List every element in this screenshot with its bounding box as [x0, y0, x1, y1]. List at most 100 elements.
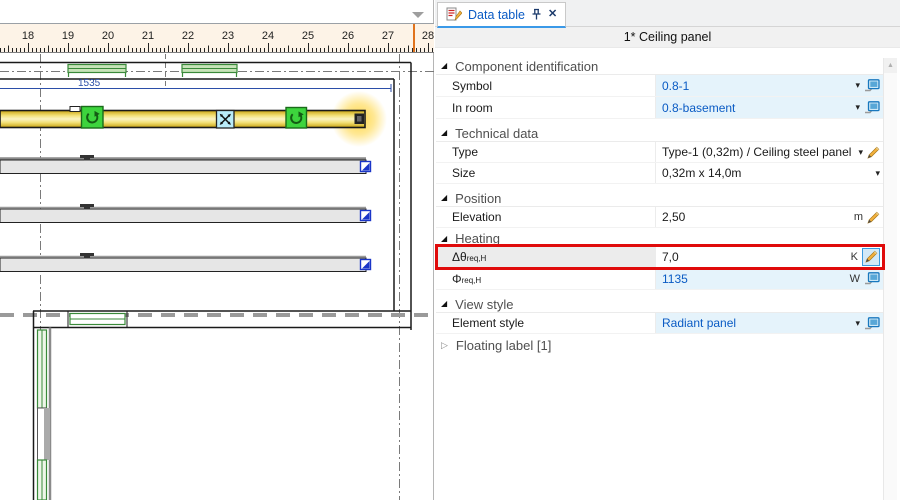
panel-symbol-base: [84, 207, 90, 210]
property-row-symbol: Symbol 0.8-1 ▾: [436, 75, 883, 97]
pin-icon[interactable]: [531, 8, 542, 21]
section-position[interactable]: ◢ Position: [436, 190, 883, 207]
element-style-value-cell[interactable]: Radiant panel ▾: [656, 313, 883, 333]
size-value-cell[interactable]: 0,32m x 14,0m ▾: [656, 163, 883, 183]
svg-text:27: 27: [382, 30, 394, 42]
pencil-icon[interactable]: [865, 250, 878, 263]
symbol-value-cell[interactable]: 0.8-1 ▾: [656, 75, 883, 96]
dropdown-arrow-icon[interactable]: ▾: [855, 103, 860, 112]
panel-flag-icon[interactable]: [361, 162, 371, 172]
drawing-canvas[interactable]: 1819202122232425262728: [0, 0, 434, 500]
monitor-icon[interactable]: [864, 317, 880, 330]
svg-text:19: 19: [62, 30, 74, 42]
delta-theta-value[interactable]: 7,0: [662, 250, 679, 264]
floor-plan-drawing: 1819202122232425262728: [0, 0, 434, 500]
monitor-icon[interactable]: [864, 272, 880, 285]
data-table-panel: Data table ✕ 1* Ceiling panel ◢ Componen…: [435, 0, 900, 500]
symbol-value[interactable]: 0.8-1: [662, 79, 689, 93]
unit-label: K: [851, 251, 858, 263]
property-label: In room: [436, 97, 656, 118]
property-row-in-room: In room 0.8-basement ▾: [436, 97, 883, 119]
selected-ceiling-panel[interactable]: [0, 91, 387, 147]
rotate-handle[interactable]: [286, 108, 307, 129]
edit-button-focused[interactable]: [862, 248, 880, 266]
ceiling-panel[interactable]: [0, 253, 371, 272]
section-label: Floating label [1]: [456, 338, 551, 353]
property-row-delta-theta: Δθreq,H 7,0 K: [436, 246, 883, 268]
application-window: 1819202122232425262728: [0, 0, 900, 500]
close-icon[interactable]: ✕: [548, 9, 557, 20]
scrollbar-corner-icon[interactable]: [412, 12, 424, 18]
section-label: View style: [455, 297, 513, 312]
svg-text:24: 24: [262, 30, 274, 42]
section-floating-label[interactable]: ▷ Floating label [1]: [436, 337, 883, 354]
unit-label: m: [854, 211, 863, 223]
scroll-up-icon[interactable]: ▲: [884, 58, 897, 73]
dropdown-arrow-icon[interactable]: ▾: [855, 81, 860, 90]
svg-text:21: 21: [142, 30, 154, 42]
section-view-style[interactable]: ◢ View style: [436, 296, 883, 313]
svg-text:22: 22: [182, 30, 194, 42]
panel-symbol: [80, 155, 94, 158]
dropdown-arrow-icon[interactable]: ▾: [855, 319, 860, 328]
expanded-icon[interactable]: ◢: [441, 300, 447, 308]
expanded-icon[interactable]: ◢: [441, 235, 447, 243]
phi-value-cell[interactable]: 1135 W: [656, 268, 883, 289]
ceiling-panels-unselected[interactable]: [0, 155, 371, 272]
ceiling-panel[interactable]: [0, 155, 371, 174]
elevation-value[interactable]: 2,50: [662, 210, 685, 224]
ceiling-panel[interactable]: [0, 204, 371, 223]
monitor-icon[interactable]: [864, 79, 880, 92]
delta-theta-value-cell[interactable]: 7,0 K: [656, 246, 883, 267]
svg-text:23: 23: [222, 30, 234, 42]
unit-label: W: [850, 273, 860, 285]
panel-tab-bar: Data table ✕: [435, 0, 900, 27]
elevation-value-cell[interactable]: 2,50 m: [656, 207, 883, 227]
horizontal-ruler: 1819202122232425262728: [0, 23, 434, 53]
section-heating[interactable]: ◢ Heating: [436, 232, 883, 246]
in-room-value-cell[interactable]: 0.8-basement ▾: [656, 97, 883, 118]
element-style-value[interactable]: Radiant panel: [662, 316, 736, 330]
panel-endpoint-inner: [357, 116, 362, 122]
pencil-icon[interactable]: [867, 211, 880, 224]
section-label: Heating: [455, 231, 500, 246]
panel-scrollbar[interactable]: ▲: [883, 58, 897, 500]
property-label: Symbol: [436, 75, 656, 96]
window-symbol[interactable]: [182, 65, 237, 78]
data-table-icon: [446, 7, 462, 22]
dropdown-arrow-icon[interactable]: ▾: [858, 148, 863, 157]
panel-flag-icon[interactable]: [361, 260, 371, 270]
type-value-cell[interactable]: Type-1 (0,32m) / Ceiling steel panel ▾: [656, 142, 883, 162]
phi-value[interactable]: 1135: [662, 272, 688, 286]
property-label: Element style: [436, 313, 656, 333]
dropdown-arrow-icon[interactable]: ▾: [875, 169, 880, 178]
section-technical-data[interactable]: ◢ Technical data: [436, 125, 883, 142]
property-label: Type: [436, 142, 656, 162]
rotate-handle[interactable]: [82, 107, 104, 129]
monitor-icon[interactable]: [864, 101, 880, 114]
move-handle[interactable]: [217, 111, 235, 129]
svg-text:18: 18: [22, 30, 34, 42]
expanded-icon[interactable]: ◢: [441, 194, 447, 202]
left-wall[interactable]: [34, 311, 51, 500]
svg-text:26: 26: [342, 30, 354, 42]
property-row-elevation: Elevation 2,50 m: [436, 207, 883, 228]
tab-data-table[interactable]: Data table ✕: [437, 2, 566, 28]
section-component-identification[interactable]: ◢ Component identification: [436, 58, 883, 75]
collapsed-icon[interactable]: ▷: [441, 341, 448, 350]
size-value[interactable]: 0,32m x 14,0m: [662, 166, 741, 180]
section-label: Position: [455, 191, 501, 206]
property-label: Elevation: [436, 207, 656, 227]
pencil-icon[interactable]: [867, 146, 880, 159]
connection-symbol: [70, 107, 80, 112]
expanded-icon[interactable]: ◢: [441, 62, 447, 70]
window-symbol[interactable]: [68, 65, 126, 78]
property-row-phi: Φreq,H 1135 W: [436, 268, 883, 290]
expanded-icon[interactable]: ◢: [441, 129, 447, 137]
in-room-value[interactable]: 0.8-basement: [662, 101, 735, 115]
panel-symbol: [80, 253, 94, 256]
panel-symbol-base: [84, 256, 90, 259]
section-label: Component identification: [455, 59, 598, 74]
type-value[interactable]: Type-1 (0,32m) / Ceiling steel panel: [662, 145, 851, 159]
panel-flag-icon[interactable]: [361, 211, 371, 221]
